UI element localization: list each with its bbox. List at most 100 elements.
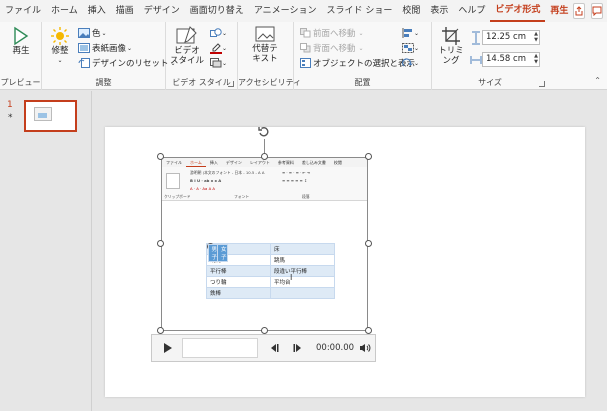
play-label: 再生 bbox=[12, 46, 30, 56]
tab-draw[interactable]: 描画 bbox=[111, 0, 139, 22]
rotate-handle-icon[interactable] bbox=[257, 125, 271, 139]
alt-text-label-1: 代替テ bbox=[252, 44, 278, 54]
group-label-arrange: 配置 bbox=[354, 78, 371, 87]
alt-text-button[interactable]: 代替テ キスト bbox=[248, 26, 282, 64]
crop-label: トリミング bbox=[438, 46, 464, 66]
height-icon bbox=[472, 31, 480, 44]
tab-design[interactable]: デザイン bbox=[139, 0, 185, 22]
tab-animations[interactable]: アニメーション bbox=[249, 0, 322, 22]
color-button[interactable]: 色 ⌄ bbox=[78, 26, 107, 40]
poster-frame-label: 表紙画像 bbox=[92, 44, 127, 54]
player-seek-bar[interactable] bbox=[182, 338, 258, 358]
resize-handle-top[interactable] bbox=[261, 153, 268, 160]
collapse-ribbon-icon[interactable]: ⌃ bbox=[594, 76, 601, 85]
tab-view[interactable]: 表示 bbox=[425, 0, 453, 22]
tab-help[interactable]: ヘルプ bbox=[453, 0, 490, 22]
video-doc-tab: 差し込み文書 bbox=[301, 160, 326, 165]
chevron-down-icon: ⌄ bbox=[414, 44, 420, 52]
tab-playback[interactable]: 再生 bbox=[545, 0, 573, 22]
tab-slideshow[interactable]: スライド ショー bbox=[321, 0, 397, 22]
group-label-adjust: 調整 bbox=[95, 78, 112, 87]
table-cell: 段違い平行棒 bbox=[270, 265, 335, 277]
play-icon bbox=[164, 343, 172, 353]
group-label-preview: プレビュー bbox=[0, 78, 41, 87]
player-forward-button[interactable] bbox=[290, 340, 306, 356]
table-row: 平行棒 段違い平行棒 bbox=[206, 265, 335, 277]
size-launcher[interactable] bbox=[539, 81, 545, 87]
player-volume-button[interactable] bbox=[358, 341, 372, 355]
resize-handle-top-left[interactable] bbox=[157, 153, 164, 160]
resize-handle-top-right[interactable] bbox=[365, 153, 372, 160]
reset-design-button[interactable]: デザインのリセット ⌄ bbox=[78, 56, 176, 70]
tab-video-format[interactable]: ビデオ形式 bbox=[490, 0, 546, 22]
video-styles-launcher[interactable] bbox=[228, 81, 234, 87]
play-button[interactable]: 再生 bbox=[6, 26, 36, 56]
width-field[interactable]: 14.58 cm ▲ ▼ bbox=[470, 52, 540, 67]
table-cell: 跳馬 bbox=[270, 254, 335, 266]
tab-transitions[interactable]: 画面切り替え bbox=[185, 0, 249, 22]
video-doc-body: 男子女子 床床 跳馬跳馬 平行棒段違い平行棒 つり輪平均台 鉄棒 I bbox=[162, 201, 367, 330]
rotate-button[interactable]: ⌄ bbox=[402, 56, 419, 70]
share-button[interactable] bbox=[573, 3, 586, 19]
tab-file[interactable]: ファイル bbox=[0, 0, 46, 22]
comments-button[interactable] bbox=[591, 3, 604, 19]
corrections-button[interactable]: 修整 ⌄ bbox=[46, 26, 74, 66]
video-object[interactable]: ファイル ホーム 挿入 デザイン レイアウト 参考資料 差し込み文書 校閲 游明… bbox=[161, 157, 368, 331]
chevron-down-icon: ⌄ bbox=[222, 59, 228, 67]
height-stepper[interactable]: ▲ ▼ bbox=[534, 31, 538, 43]
video-shape-button[interactable]: ⌄ bbox=[210, 26, 227, 40]
table-cell bbox=[270, 287, 335, 299]
video-styles-gallery[interactable]: ビデオ スタイル bbox=[170, 26, 204, 66]
height-input[interactable]: 12.25 cm ▲ ▼ bbox=[482, 30, 540, 45]
chevron-down-icon: ⌄ bbox=[358, 44, 364, 52]
table-cell: 男子 bbox=[207, 244, 218, 262]
width-input[interactable]: 14.58 cm ▲ ▼ bbox=[482, 52, 540, 67]
crop-button[interactable]: トリミング bbox=[436, 26, 466, 66]
chevron-down-icon: ⌄ bbox=[57, 57, 63, 64]
media-player-bar: 00:00.00 bbox=[151, 334, 376, 362]
resize-handle-bottom-left[interactable] bbox=[157, 327, 164, 334]
ribbon: 再生 プレビュー 修整 ⌄ 色 ⌄ 表紙画像 ⌄ デザインのリセット ⌄ 調整 bbox=[0, 22, 607, 90]
align-icon bbox=[402, 28, 412, 38]
effects-icon bbox=[210, 58, 222, 68]
video-effects-button[interactable]: ⌄ bbox=[210, 56, 227, 70]
bring-forward-button[interactable]: 前面へ移動 ⌄ bbox=[300, 26, 364, 40]
video-doc-table: 男子女子 床床 跳馬跳馬 平行棒段違い平行棒 つり輪平均台 鉄棒 bbox=[206, 243, 335, 299]
selection-pane-button[interactable]: オブジェクトの選択と表示 bbox=[300, 56, 415, 70]
table-cell: 女子 bbox=[217, 244, 228, 262]
resize-handle-right[interactable] bbox=[365, 240, 372, 247]
player-play-button[interactable] bbox=[158, 338, 178, 358]
thumbnail-video-preview bbox=[34, 107, 52, 121]
player-back-button[interactable] bbox=[266, 340, 282, 356]
table-cell: つり輪 bbox=[206, 276, 271, 288]
tab-home[interactable]: ホーム bbox=[46, 0, 83, 22]
height-value: 12.25 cm bbox=[486, 32, 526, 42]
tab-review[interactable]: 校閲 bbox=[397, 0, 425, 22]
rotate-icon bbox=[402, 58, 413, 67]
player-time: 00:00.00 bbox=[316, 343, 355, 353]
table-cell: 鉄棒 bbox=[206, 287, 271, 299]
slide-thumbnail[interactable] bbox=[24, 100, 77, 132]
height-field[interactable]: 12.25 cm ▲ ▼ bbox=[470, 30, 540, 45]
send-backward-button[interactable]: 背面へ移動 ⌄ bbox=[300, 41, 364, 55]
bring-forward-icon bbox=[300, 28, 311, 38]
group-objects-button[interactable]: ⌄ bbox=[402, 41, 419, 55]
video-doc-paragraph-icons: ≡ · ≡ · ≡ · ⇤ ⇥ bbox=[282, 170, 310, 175]
resize-handle-left[interactable] bbox=[157, 240, 164, 247]
video-border-button[interactable]: ⌄ bbox=[210, 41, 227, 55]
resize-handle-bottom[interactable] bbox=[261, 327, 268, 334]
resize-handle-bottom-right[interactable] bbox=[365, 327, 372, 334]
align-button[interactable]: ⌄ bbox=[402, 26, 419, 40]
group-video-styles: ビデオ スタイル ⌄ ⌄ ⌄ ビデオ スタイル bbox=[166, 22, 238, 90]
chevron-down-icon: ⌄ bbox=[414, 29, 420, 37]
bring-forward-label: 前面へ移動 bbox=[313, 29, 356, 39]
video-styles-icon bbox=[176, 26, 197, 44]
chevron-down-icon: ⌄ bbox=[222, 29, 228, 37]
video-doc-tab: ホーム bbox=[186, 158, 206, 167]
width-stepper[interactable]: ▲ ▼ bbox=[534, 53, 538, 65]
color-label: 色 bbox=[92, 29, 101, 39]
volume-icon bbox=[360, 344, 371, 352]
send-backward-label: 背面へ移動 bbox=[313, 44, 356, 54]
poster-frame-button[interactable]: 表紙画像 ⌄ bbox=[78, 41, 132, 55]
tab-insert[interactable]: 挿入 bbox=[83, 0, 111, 22]
